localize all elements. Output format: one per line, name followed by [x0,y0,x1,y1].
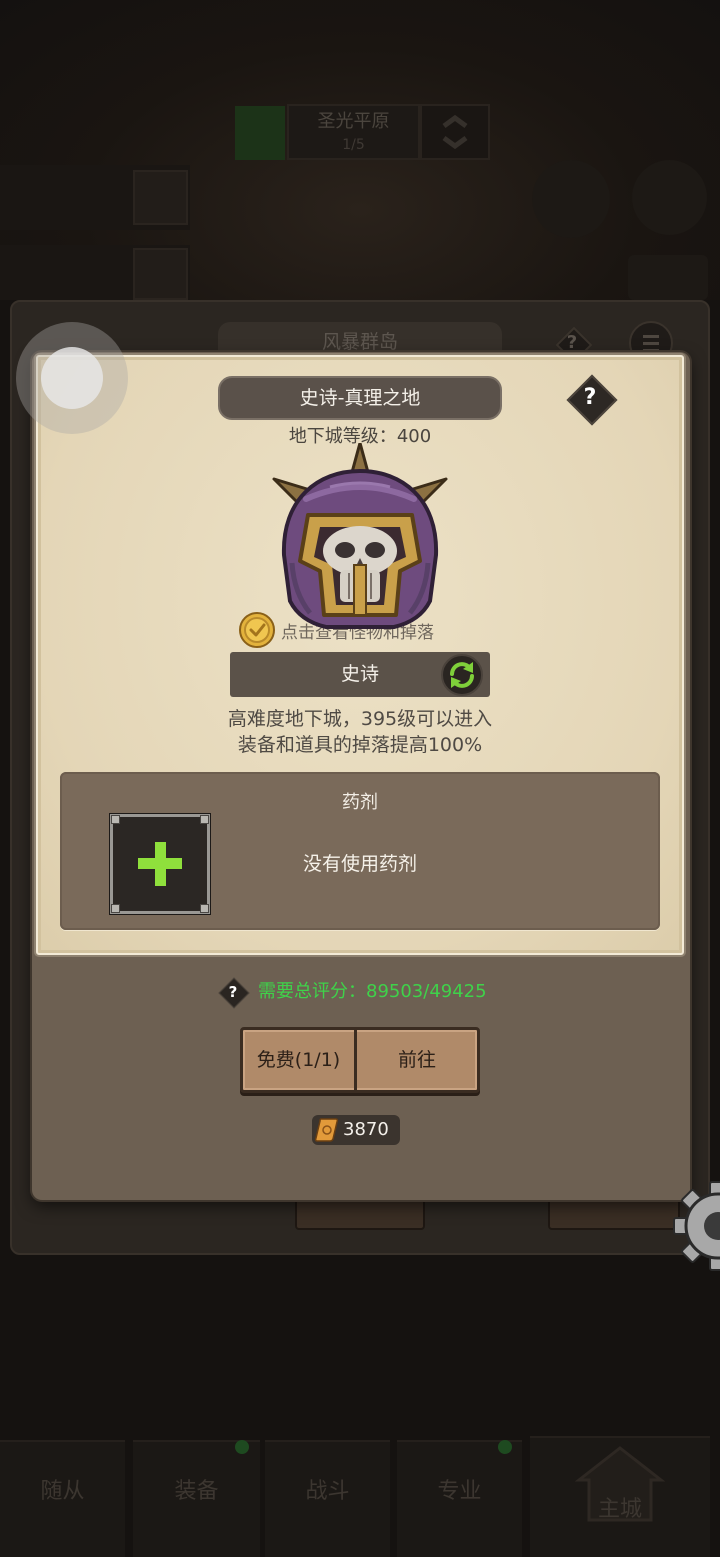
slot-rivet [200,815,209,824]
quest-portrait [133,170,188,225]
tab-equipment[interactable]: 装备 [133,1440,260,1557]
tab-followers[interactable]: 随从 [0,1440,125,1557]
switch-arrows-icon [442,114,468,150]
status-portrait [133,248,188,300]
area-name: 圣光平原 [317,111,390,132]
tab-label: 专业 [437,1479,482,1504]
refresh-icon[interactable] [441,654,483,696]
dialog-title: 史诗-真理之地 [218,376,502,420]
dungeon-description: 高难度地下城，395级可以进入 装备和道具的掉落提高100% [160,706,560,758]
area-switch-button [420,104,490,160]
help-glyph: ? [228,983,238,1001]
area-progress: 1/5 [342,137,365,153]
settings-gear-icon [632,160,707,235]
area-flag-icon [235,106,285,160]
area-selector: 圣光平原 1/5 [287,104,420,160]
score-value: 89503/49425 [366,981,487,1002]
notification-dot [235,1440,249,1454]
slot-rivet [111,904,120,913]
score-requirement: 需要总评分：89503/49425 [258,982,487,1002]
potion-title: 药剂 [342,792,378,813]
scroll-icon [315,1118,339,1142]
assistive-touch-center [41,347,103,409]
game-screen: 圣光平原 1/5 风暴群岛 ? 随从 装备 战斗 专业 主城 史诗-真理之地 ?… [0,0,720,1557]
tab-main-city[interactable]: 主城 [530,1436,710,1557]
gear-icon[interactable] [672,1180,720,1272]
action-buttons: 免费(1/1) 前往 [240,1027,480,1093]
potion-status: 没有使用药剂 [302,853,417,875]
question-icon[interactable]: ? [565,373,615,423]
skull-helmet-icon[interactable] [270,443,450,633]
mail-icon [628,255,708,300]
currency-pill: 3870 [312,1115,400,1145]
notification-dot [498,1440,512,1454]
tab-label: 装备 [174,1479,219,1504]
description-line: 高难度地下城，395级可以进入 [227,708,493,730]
coin-icon[interactable] [238,611,276,649]
go-button[interactable]: 前往 [357,1030,477,1090]
slot-rivet [200,904,209,913]
score-label: 需要总评分： [258,981,366,1002]
free-entry-button[interactable]: 免费(1/1) [243,1030,357,1090]
tab-profession[interactable]: 专业 [397,1440,522,1557]
assistive-touch-icon[interactable] [16,322,128,434]
description-line: 装备和道具的掉落提高100% [237,734,483,756]
tab-label: 主城 [597,1497,642,1522]
potion-slot[interactable] [110,814,210,914]
tab-label: 随从 [40,1479,85,1504]
score-help-icon[interactable]: ? [218,977,248,1007]
floating-gear-shape [673,1181,720,1271]
help-glyph: ? [583,385,597,410]
tab-battle[interactable]: 战斗 [265,1440,390,1557]
currency-amount: 3870 [343,1119,389,1140]
auto-battle-icon [532,160,610,238]
slot-rivet [111,815,120,824]
tab-label: 战斗 [305,1479,350,1504]
